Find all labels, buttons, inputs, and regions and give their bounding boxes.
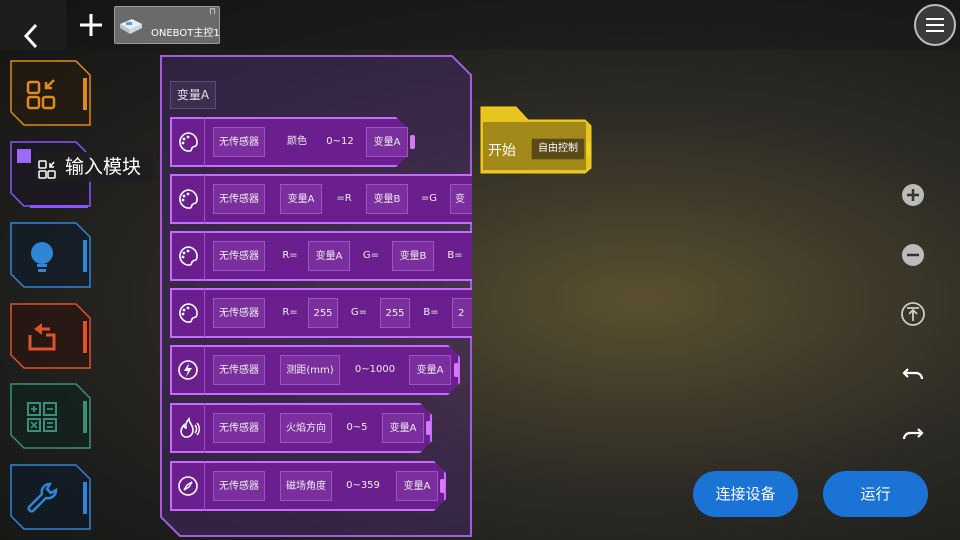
category-indicator: [83, 240, 87, 272]
variable-select[interactable]: 变量B: [366, 184, 408, 214]
back-button[interactable]: [0, 0, 66, 50]
lightning-icon: [178, 360, 198, 380]
palette-icon: [179, 189, 198, 209]
color-rgb-variable-block[interactable]: 无传感器 变量A =R 变量B =G 变: [170, 174, 472, 224]
sensor-select[interactable]: 无传感器: [213, 184, 265, 214]
blocks-arrow-icon: [26, 79, 56, 110]
sensor-select[interactable]: 无传感器: [213, 127, 265, 157]
light-bulb-icon: [31, 242, 53, 272]
block-label: 颜色: [287, 136, 307, 147]
hamburger-icon: [926, 18, 944, 32]
category-color-square: [17, 149, 31, 163]
distance-sensor-block[interactable]: 无传感器 测距(mm) 0~1000 变量A: [170, 345, 468, 395]
device-tab[interactable]: ONEBOT主控1 ⊓: [114, 6, 220, 44]
value-input[interactable]: 255: [308, 298, 338, 328]
run-button[interactable]: 运行: [823, 471, 928, 517]
color-sensor-block[interactable]: 无传感器 颜色 0~12 变量A: [170, 117, 416, 167]
measure-select[interactable]: 火焰方向: [280, 413, 332, 443]
palette-icon: [179, 303, 198, 323]
measure-select[interactable]: 磁场角度: [280, 471, 332, 501]
plus-icon: [80, 14, 102, 36]
wrench-icon: [27, 482, 58, 513]
variable-select[interactable]: 变量A: [308, 241, 350, 271]
redo-icon[interactable]: [900, 421, 926, 447]
start-block[interactable]: 开始 自由控制: [480, 106, 592, 174]
variable-select[interactable]: 变: [450, 184, 472, 214]
variable-select[interactable]: 变量A: [280, 184, 322, 214]
value-input[interactable]: 255: [380, 298, 410, 328]
block-label: R=: [282, 250, 298, 261]
flame-icon: [180, 417, 200, 438]
controller-board-icon: [120, 19, 142, 34]
category-control[interactable]: [10, 303, 91, 369]
block-range: 0~5: [346, 422, 368, 433]
category-indicator: [83, 78, 87, 110]
add-device-button[interactable]: [76, 10, 106, 40]
compass-icon: [178, 476, 198, 496]
undo-icon[interactable]: [900, 361, 926, 387]
center-view-icon[interactable]: [900, 301, 926, 327]
category-start[interactable]: [10, 60, 91, 126]
zoom-in-icon[interactable]: [900, 182, 926, 208]
measure-select[interactable]: 测距(mm): [280, 355, 340, 385]
category-indicator: [83, 482, 87, 514]
variable-select[interactable]: 变量A: [382, 413, 424, 443]
block-label: R=: [282, 307, 298, 318]
variable-select[interactable]: 变量A: [366, 127, 408, 157]
block-label: =G: [420, 193, 438, 204]
menu-button[interactable]: [914, 4, 956, 46]
block-palette[interactable]: 变量A 无传感器 颜色 0~12 变量A 无传感器 变量A =R 变量B =G …: [160, 55, 472, 537]
block-range: 0~1000: [354, 364, 396, 375]
sensor-select[interactable]: 无传感器: [213, 355, 265, 385]
loop-return-icon: [28, 323, 56, 351]
block-label: B=: [447, 250, 463, 261]
device-tab-label: ONEBOT主控1: [151, 28, 220, 39]
category-input-active[interactable]: 输入模块: [10, 141, 160, 209]
category-light[interactable]: [10, 222, 91, 288]
zoom-out-icon[interactable]: [900, 242, 926, 268]
variable-select[interactable]: 变量A: [409, 355, 451, 385]
device-tab-close-icon[interactable]: ⊓: [209, 7, 216, 17]
connect-device-button[interactable]: 连接设备: [693, 471, 798, 517]
color-rgb-input-block[interactable]: 无传感器 R= 变量A G= 变量B B=: [170, 231, 472, 281]
category-underline: [30, 205, 88, 208]
start-block-label: 开始: [488, 143, 516, 159]
sensor-select[interactable]: 无传感器: [213, 241, 265, 271]
category-tools[interactable]: [10, 464, 91, 530]
input-blocks-icon: [38, 160, 56, 179]
category-math[interactable]: [10, 383, 91, 449]
block-label: B=: [423, 307, 439, 318]
block-range: 0~12: [326, 136, 354, 147]
category-indicator: [83, 401, 87, 433]
back-arrow-icon: [23, 23, 38, 49]
sensor-select[interactable]: 无传感器: [213, 413, 265, 443]
magnetic-sensor-block[interactable]: 无传感器 磁场角度 0~359 变量A: [170, 461, 446, 511]
sensor-select[interactable]: 无传感器: [213, 471, 265, 501]
variable-select[interactable]: 变量A: [396, 471, 438, 501]
sensor-select[interactable]: 无传感器: [213, 298, 265, 328]
palette-icon: [179, 132, 198, 152]
color-rgb-value-block[interactable]: 无传感器 R= 255 G= 255 B= 2: [170, 288, 472, 338]
start-block-notch: [587, 142, 591, 156]
palette-icon: [179, 246, 198, 266]
block-range: 0~359: [346, 480, 380, 491]
start-mode-select[interactable]: 自由控制: [531, 138, 585, 160]
calculator-icon: [27, 402, 57, 432]
flame-sensor-block[interactable]: 无传感器 火焰方向 0~5 变量A: [170, 403, 432, 453]
variable-select[interactable]: 变量B: [392, 241, 434, 271]
block-label: G=: [362, 250, 380, 261]
category-indicator: [83, 321, 87, 353]
block-label: G=: [350, 307, 368, 318]
variable-chip[interactable]: 变量A: [170, 81, 216, 109]
value-input[interactable]: 2: [452, 298, 472, 328]
block-label: =R: [336, 193, 352, 204]
